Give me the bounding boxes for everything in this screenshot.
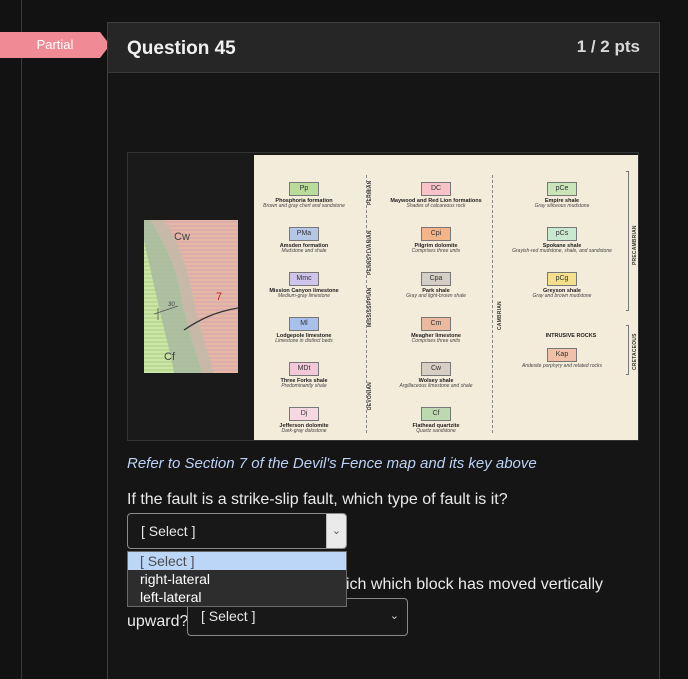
fault-type-select-value: [ Select ] bbox=[141, 523, 196, 539]
left-divider bbox=[21, 0, 22, 679]
unit-desc: Brown and gray chert and sandstone bbox=[263, 203, 345, 209]
question-header: Question 45 1 / 2 pts bbox=[108, 23, 659, 73]
question-title: Question 45 bbox=[127, 38, 236, 59]
key-unit: Cf Flathead quartzite Quartz sandstone bbox=[376, 402, 496, 434]
key-unit: Pp Phosphoria formation Brown and gray che… bbox=[244, 177, 364, 209]
key-unit: pCe Empire shale Gray siliceous mudstone bbox=[502, 177, 622, 209]
fault-type-select[interactable]: [ Select ] ⌄ bbox=[127, 513, 347, 549]
unit-desc: Gray siliceous mudstone bbox=[534, 203, 590, 209]
key-unit: Ml Lodgepole limestone Limestone in distin… bbox=[244, 312, 364, 344]
unit-desc: Gray and light-brown shale bbox=[406, 293, 466, 299]
fault-type-dropdown-list: [ Select ] right-lateral left-lateral bbox=[127, 551, 347, 607]
question-points: 1 / 2 pts bbox=[576, 37, 640, 56]
period-label: DEVONIAN bbox=[367, 382, 373, 410]
key-unit: DC Maywood and Red Lion formations Shades … bbox=[376, 177, 496, 209]
intrusive-rocks-heading: INTRUSIVE ROCKS bbox=[545, 333, 597, 339]
inset-label-section: 7 bbox=[216, 291, 222, 303]
unit-desc: Argillaceous limestone and shale bbox=[399, 383, 473, 389]
unit-swatch: pCs bbox=[547, 227, 577, 241]
status-badge-label: Partial bbox=[36, 37, 74, 52]
unit-swatch: Cm bbox=[421, 317, 451, 331]
key-brace bbox=[626, 171, 629, 311]
unit-desc: Dark-gray dolostone bbox=[281, 428, 327, 434]
question-card: Question 45 1 / 2 pts Cw Cf 7 30 Pp Phos… bbox=[107, 22, 660, 679]
period-label: PENNSYLVANIAN bbox=[367, 230, 373, 275]
unit-desc: Gray and brown mudstone bbox=[532, 293, 592, 299]
unit-desc: Predominantly shale bbox=[281, 383, 327, 389]
unit-desc: Quartz sandstone bbox=[416, 428, 456, 434]
key-divider bbox=[492, 175, 493, 433]
key-unit: Cpi Pilgrim dolomite Comprises three units bbox=[376, 222, 496, 254]
period-label: PRECAMBRIAN bbox=[632, 225, 638, 265]
unit-desc: Medium-gray limestone bbox=[278, 293, 330, 299]
key-unit: Cpa Park shale Gray and light-brown shale bbox=[376, 267, 496, 299]
map-key: Pp Phosphoria formation Brown and gray che… bbox=[254, 155, 638, 440]
dropdown-option-select[interactable]: [ Select ] bbox=[128, 552, 346, 570]
inset-label-dip: 30 bbox=[168, 302, 175, 308]
period-label: PERMIAN bbox=[367, 180, 373, 205]
unit-desc: Comprises three units bbox=[411, 338, 461, 344]
unit-swatch: MDt bbox=[289, 362, 319, 376]
key-unit: PMa Amsden formation Mudstone and shale bbox=[244, 222, 364, 254]
unit-swatch: Cpa bbox=[421, 272, 451, 286]
key-brace bbox=[626, 325, 629, 375]
key-unit: Cm Meagher limestone Comprises three units bbox=[376, 312, 496, 344]
unit-desc: Andesite porphyry and related rocks bbox=[521, 363, 603, 369]
dropdown-option-right-lateral[interactable]: right-lateral bbox=[128, 570, 346, 588]
question-2-text: ich which block has moved vertically bbox=[346, 576, 603, 593]
question-2-text-end: upward? bbox=[127, 613, 189, 630]
inset-label-cw: Cw bbox=[174, 231, 190, 243]
unit-desc: Mudstone and shale bbox=[281, 248, 327, 254]
map-section-inset: Cw Cf 7 30 bbox=[144, 220, 238, 373]
key-unit: Kap Andesite porphyry and related rocks bbox=[502, 343, 622, 369]
key-unit: MDt Three Forks shale Predominantly shale bbox=[244, 357, 364, 389]
chevron-down-icon: ⌄ bbox=[389, 610, 399, 622]
key-unit: Dj Jefferson dolomite Dark-gray dolostone bbox=[244, 402, 364, 434]
unit-desc: Grayish-red mudstone, shale, and sandsto… bbox=[512, 248, 612, 254]
unit-swatch: pCg bbox=[547, 272, 577, 286]
unit-desc: Limestone in distinct beds bbox=[275, 338, 333, 344]
unit-swatch: Kap bbox=[547, 348, 577, 362]
unit-swatch: Dj bbox=[289, 407, 319, 421]
key-unit: Mmc Mission Canyon limestone Medium-gray l… bbox=[244, 267, 364, 299]
unit-desc: Shades of calcareous rock bbox=[406, 203, 466, 209]
question-1-text: If the fault is a strike-slip fault, whi… bbox=[127, 491, 508, 508]
unit-swatch: Cf bbox=[421, 407, 451, 421]
status-badge: Partial bbox=[0, 32, 110, 58]
unit-swatch: pCe bbox=[547, 182, 577, 196]
question-instruction: Refer to Section 7 of the Devil's Fence … bbox=[127, 455, 537, 472]
period-label: CAMBRIAN bbox=[497, 301, 503, 330]
period-label: CRETACEOUS bbox=[632, 333, 638, 370]
unit-desc: Comprises three units bbox=[411, 248, 461, 254]
period-label: MISSISSIPPIAN bbox=[367, 287, 373, 327]
key-unit: pCg Greyson shale Gray and brown mudstone bbox=[502, 267, 622, 299]
unit-swatch: Mmc bbox=[289, 272, 319, 286]
block-movement-select-value: [ Select ] bbox=[201, 608, 256, 624]
unit-swatch: Pp bbox=[289, 182, 319, 196]
geologic-map-figure: Cw Cf 7 30 Pp Phosphoria formation Brown a… bbox=[127, 152, 639, 441]
chevron-down-icon[interactable]: ⌄ bbox=[326, 514, 346, 548]
unit-swatch: Cpi bbox=[421, 227, 451, 241]
unit-swatch: Ml bbox=[289, 317, 319, 331]
inset-label-cf: Cf bbox=[164, 351, 176, 363]
unit-swatch: DC bbox=[421, 182, 451, 196]
key-unit: pCs Spokane shale Grayish-red mudstone, sh… bbox=[502, 222, 622, 254]
unit-swatch: PMa bbox=[289, 227, 319, 241]
unit-swatch: Cw bbox=[421, 362, 451, 376]
key-unit: Cw Wolsey shale Argillaceous limestone and… bbox=[376, 357, 496, 389]
dropdown-option-left-lateral[interactable]: left-lateral bbox=[128, 588, 346, 606]
